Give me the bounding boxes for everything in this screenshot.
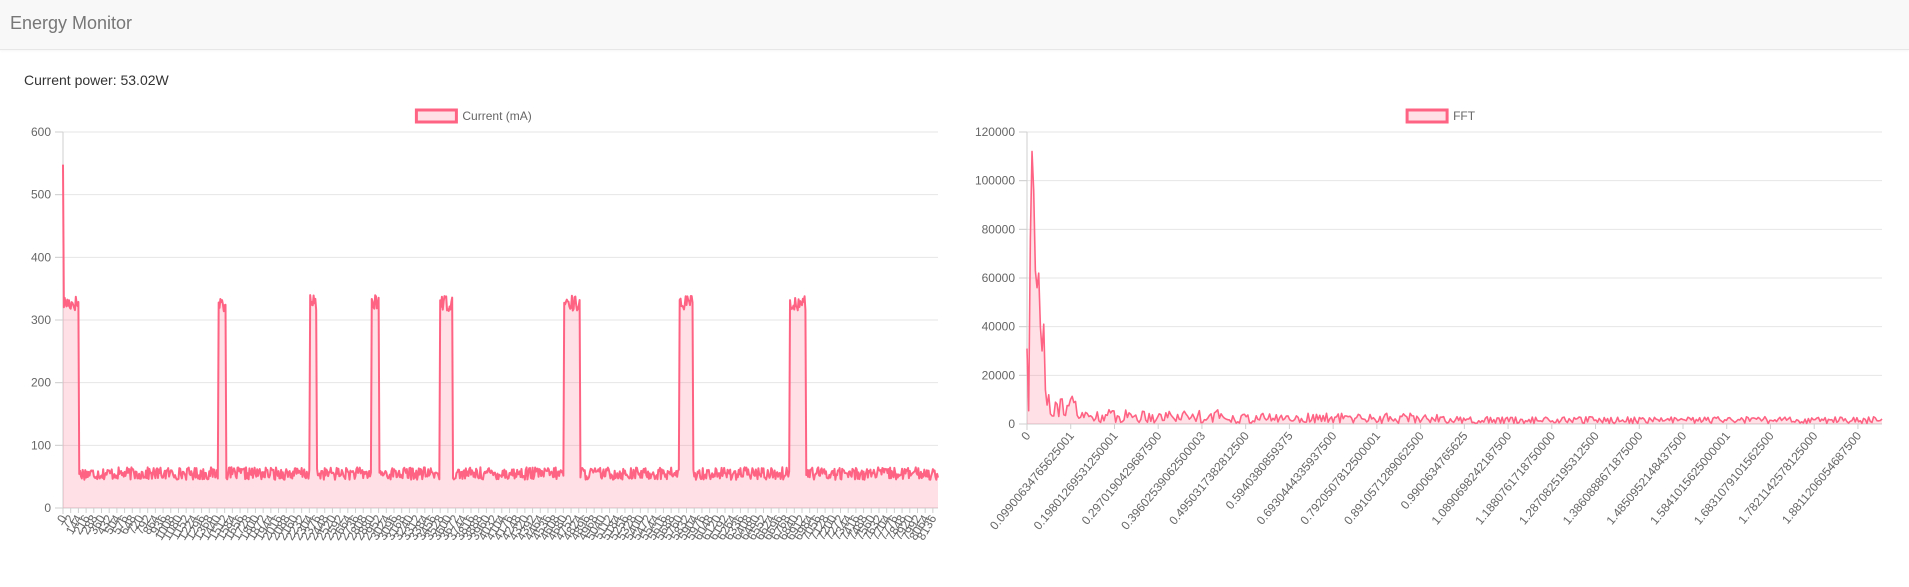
- y-tick-label-1-6: 120000: [975, 125, 1015, 139]
- x-tick-label-1-1: 0.09900634765625001: [987, 429, 1077, 533]
- y-tick-label-0-0: 0: [44, 501, 51, 515]
- charts-area: Current (mA)0100200300400500600072144216…: [31, 108, 1883, 543]
- x-tick-label-1-3: 0.2970190429687500: [1079, 429, 1165, 528]
- x-tick-label-1-2: 0.19801269531250001: [1031, 429, 1121, 533]
- y-tick-label-1-1: 20000: [982, 368, 1016, 382]
- y-tick-label-1-4: 80000: [982, 222, 1016, 236]
- x-tick-label-1-12: 1.1880761718750000: [1472, 429, 1558, 528]
- y-tick-label-0-1: 100: [31, 438, 51, 452]
- y-tick-label-1-2: 40000: [982, 320, 1016, 334]
- y-tick-label-1-5: 100000: [975, 174, 1015, 188]
- legend-swatch-1: [1405, 108, 1449, 124]
- y-tick-label-0-6: 600: [31, 125, 51, 139]
- legend-swatch-0: [414, 108, 458, 124]
- current-series-line: [62, 164, 939, 481]
- x-tick-label-1-4: 0.39602539062500003: [1118, 429, 1208, 533]
- y-tick-label-0-3: 300: [31, 313, 51, 327]
- x-tick-label-1-9: 0.8910571289062500: [1341, 429, 1427, 528]
- y-tick-label-1-0: 0: [1008, 417, 1015, 431]
- x-tick-label-1-8: 0.7920507812500001: [1297, 429, 1383, 528]
- x-tick-label-1-19: 1.8811206054687500: [1779, 429, 1864, 527]
- fft-series-area: [1027, 151, 1882, 424]
- x-tick-label-1-13: 1.2870825195312500: [1516, 429, 1602, 528]
- legend-label-1: FFT: [1453, 109, 1476, 123]
- y-tick-label-0-4: 400: [31, 250, 51, 264]
- fft-series-line: [1026, 150, 1883, 425]
- x-tick-label-1-16: 1.5841015625000001: [1647, 429, 1733, 528]
- x-tick-label-1-17: 1.6831079101562500: [1691, 429, 1777, 528]
- x-tick-label-1-11: 1.0890698242187500: [1429, 429, 1515, 528]
- x-tick-label-1-15: 1.4850952148437500: [1604, 429, 1690, 528]
- y-tick-label-1-3: 60000: [982, 271, 1016, 285]
- x-tick-label-1-0: 0: [1018, 429, 1033, 443]
- x-tick-label-1-7: 0.6930444335937500: [1254, 429, 1340, 528]
- x-tick-label-1-18: 1.7821142578125000: [1735, 429, 1820, 527]
- x-tick-label-1-14: 1.3860888671875000: [1560, 429, 1646, 528]
- y-tick-label-0-5: 500: [31, 188, 51, 202]
- legend-label-0: Current (mA): [462, 109, 531, 123]
- x-tick-label-1-5: 0.4950317382812500: [1166, 429, 1252, 528]
- y-tick-label-0-2: 200: [31, 376, 51, 390]
